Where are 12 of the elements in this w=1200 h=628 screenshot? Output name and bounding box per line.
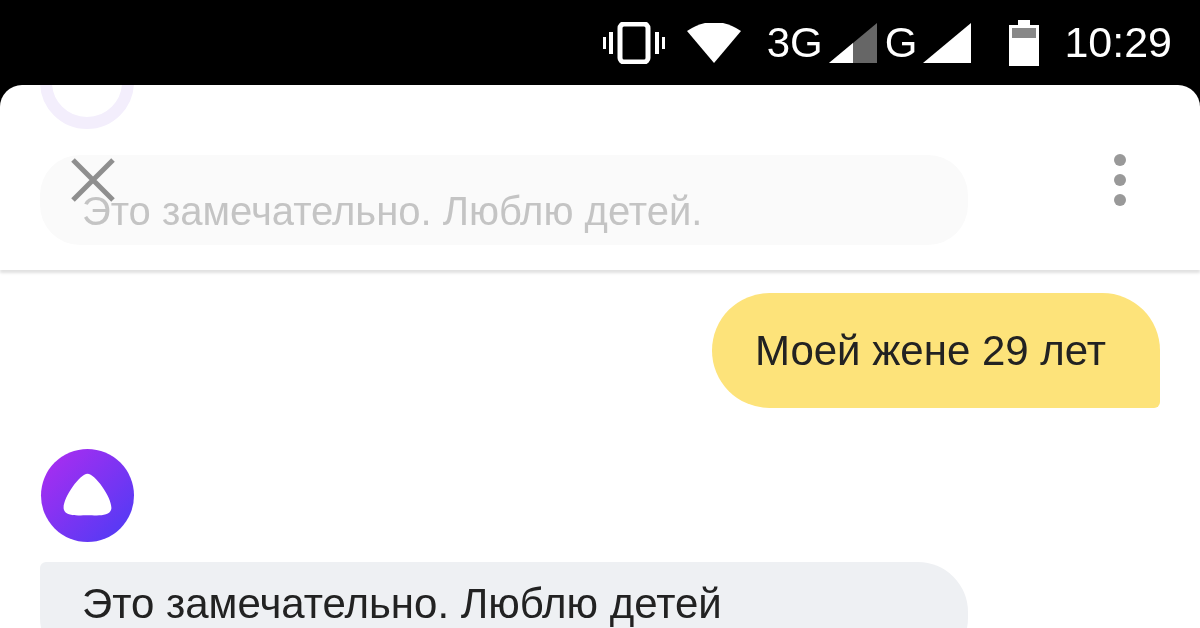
wifi-icon: [686, 22, 741, 63]
network-type: G: [884, 21, 918, 64]
signal-icon: [923, 22, 972, 63]
menu-icon[interactable]: [1113, 153, 1127, 207]
assistant-message: Это замечательно. Люблю детей: [40, 562, 968, 628]
vibrate-icon: [602, 21, 665, 64]
assistant-avatar-icon: [40, 448, 135, 543]
clock: 10:29: [1064, 21, 1172, 64]
user-message: Моей жене 29 лет: [711, 293, 1160, 408]
battery-icon: [1009, 19, 1040, 66]
signal-icon: [828, 22, 877, 63]
network-type: 3G: [766, 21, 823, 64]
